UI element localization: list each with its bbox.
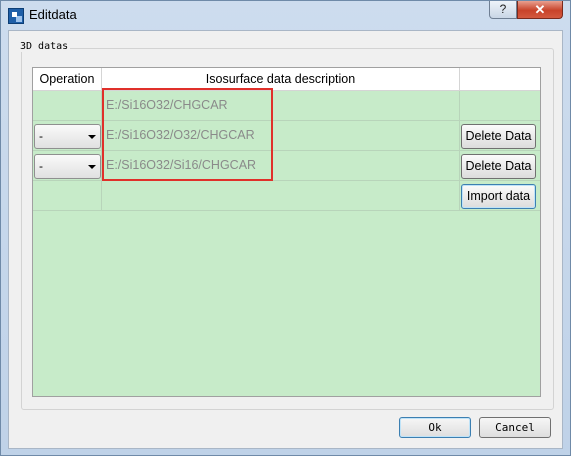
operation-cell: - — [33, 121, 102, 150]
operation-cell — [33, 181, 102, 210]
import-data-button[interactable]: Import data — [461, 184, 536, 209]
ok-button[interactable]: Ok — [399, 417, 471, 438]
operation-value: - — [39, 159, 43, 173]
arrow-down-icon — [88, 165, 96, 169]
close-button[interactable]: ✕ — [517, 1, 563, 19]
operation-value: - — [39, 129, 43, 143]
table-row: Import data — [33, 181, 540, 211]
action-cell: Delete Data — [460, 121, 540, 150]
title-bar[interactable]: Editdata ? ✕ — [1, 1, 570, 31]
window-title: Editdata — [29, 7, 77, 22]
action-cell: Import data — [460, 181, 540, 210]
delete-data-button[interactable]: Delete Data — [461, 154, 536, 179]
operation-cell: - — [33, 151, 102, 180]
highlight-annotation-box — [102, 88, 273, 181]
delete-data-button[interactable]: Delete Data — [461, 124, 536, 149]
help-button[interactable]: ? — [489, 1, 517, 19]
column-header-action[interactable] — [460, 68, 540, 91]
editdata-window: Editdata ? ✕ 3D datas Ok Cancel Operatio… — [0, 0, 571, 456]
group-title: 3D datas — [18, 41, 71, 52]
app-icon — [8, 8, 24, 24]
action-cell: Delete Data — [460, 151, 540, 180]
cancel-button[interactable]: Cancel — [479, 417, 551, 438]
action-cell — [460, 91, 540, 120]
operation-select[interactable]: - — [34, 124, 101, 149]
operation-select[interactable]: - — [34, 154, 101, 179]
column-header-operation[interactable]: Operation — [33, 68, 102, 91]
arrow-down-icon — [88, 135, 96, 139]
operation-cell — [33, 91, 102, 120]
description-cell[interactable] — [102, 181, 460, 210]
